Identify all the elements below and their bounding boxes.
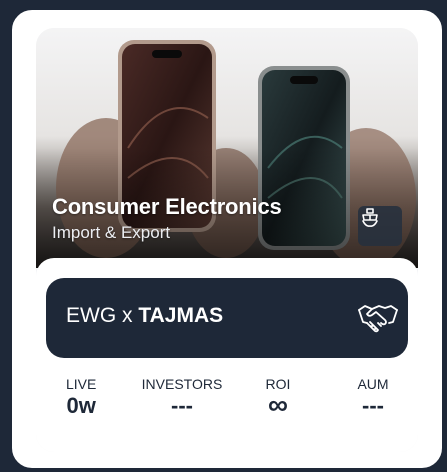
stat-live-label: LIVE	[66, 376, 97, 392]
stat-roi: ROI ∞	[258, 376, 298, 420]
deal-card-inner: Consumer Electronics Import & Export EWG…	[36, 28, 418, 452]
category-title: Consumer Electronics	[52, 194, 282, 219]
stat-aum-label: AUM	[357, 376, 389, 392]
hero-image: Consumer Electronics Import & Export	[36, 28, 418, 268]
stat-aum: AUM ---	[352, 376, 394, 419]
stat-investors-label: INVESTORS	[141, 376, 223, 392]
deal-prefix: EWG x	[66, 304, 139, 327]
stat-investors-value: ---	[171, 393, 193, 418]
stat-live-value: 0w	[66, 393, 96, 418]
shipping-badge[interactable]	[358, 206, 402, 246]
deal-details-panel: EWG x TAJMAS LIVE 0w INVESTORS --- ROI ∞…	[36, 258, 418, 452]
shipping-boat-icon	[362, 208, 378, 227]
stat-investors: INVESTORS ---	[136, 376, 228, 419]
stat-aum-value: ---	[362, 393, 384, 418]
deal-banner[interactable]: EWG x TAJMAS	[46, 278, 408, 358]
stats-row: LIVE 0w INVESTORS --- ROI ∞ AUM ---	[36, 376, 418, 436]
stat-roi-value: ∞	[268, 389, 288, 420]
deal-title: EWG x TAJMAS	[66, 304, 223, 328]
handshake-icon	[358, 305, 398, 333]
deal-partner: TAJMAS	[138, 304, 224, 327]
category-subtitle: Import & Export	[52, 223, 171, 242]
stat-live: LIVE 0w	[66, 376, 96, 419]
deal-card[interactable]: Consumer Electronics Import & Export EWG…	[10, 8, 444, 470]
